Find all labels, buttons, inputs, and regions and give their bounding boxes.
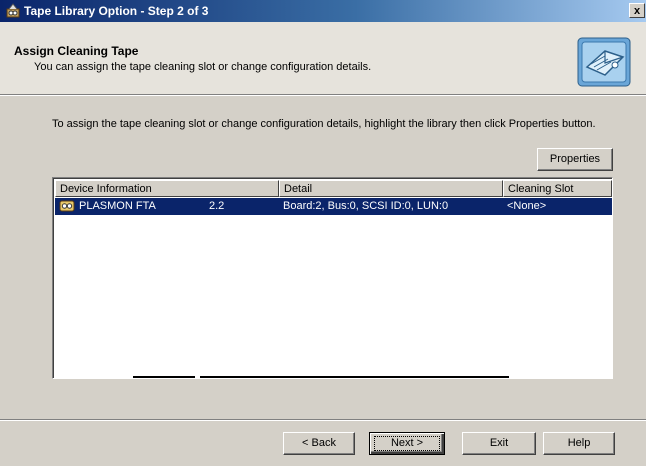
column-header-device[interactable]: Device Information: [55, 180, 279, 197]
properties-button[interactable]: Properties: [537, 148, 613, 171]
page-subtitle: You can assign the tape cleaning slot or…: [34, 61, 372, 73]
wizard-window: Tape Library Option - Step 2 of 3 x Assi…: [0, 0, 646, 466]
table-row[interactable]: PLASMON FTA 2.2 Board:2, Bus:0, SCSI ID:…: [55, 198, 612, 215]
horizontal-scroll-indicator: [55, 376, 612, 378]
close-button[interactable]: x: [629, 3, 645, 18]
instructions-text: To assign the tape cleaning slot or chan…: [52, 118, 596, 130]
title-bar[interactable]: Tape Library Option - Step 2 of 3 x: [0, 0, 646, 22]
back-button-label: < Back: [302, 437, 336, 449]
exit-button-label: Exit: [489, 437, 509, 449]
device-list[interactable]: Device Information Detail Cleaning Slot …: [52, 177, 613, 379]
back-button[interactable]: < Back: [283, 432, 355, 455]
page-title: Assign Cleaning Tape: [14, 44, 139, 58]
tape-cartridge-icon: [577, 37, 631, 87]
window-title: Tape Library Option - Step 2 of 3: [24, 4, 209, 18]
focus-indicator: [374, 436, 440, 451]
cleaning-slot-value: <None>: [507, 200, 547, 212]
wizard-header: Assign Cleaning Tape You can assign the …: [0, 22, 646, 94]
next-button[interactable]: Next >: [369, 432, 445, 455]
device-detail: Board:2, Bus:0, SCSI ID:0, LUN:0: [283, 200, 449, 212]
help-button-label: Help: [567, 437, 591, 449]
help-button[interactable]: Help: [543, 432, 615, 455]
device-name: PLASMON FTA: [79, 200, 156, 212]
header-divider-highlight: [0, 95, 646, 96]
properties-button-label: Properties: [549, 153, 601, 165]
device-version: 2.2: [209, 200, 225, 212]
column-header-cleaning-slot[interactable]: Cleaning Slot: [503, 180, 612, 197]
tape-library-icon: [5, 3, 21, 19]
tape-drive-icon: [59, 199, 75, 213]
footer-divider-highlight: [0, 420, 646, 421]
scroll-segment: [200, 376, 509, 378]
scroll-segment: [133, 376, 195, 378]
exit-button[interactable]: Exit: [462, 432, 536, 455]
column-header-detail[interactable]: Detail: [279, 180, 503, 197]
list-header: Device Information Detail Cleaning Slot: [55, 180, 612, 197]
